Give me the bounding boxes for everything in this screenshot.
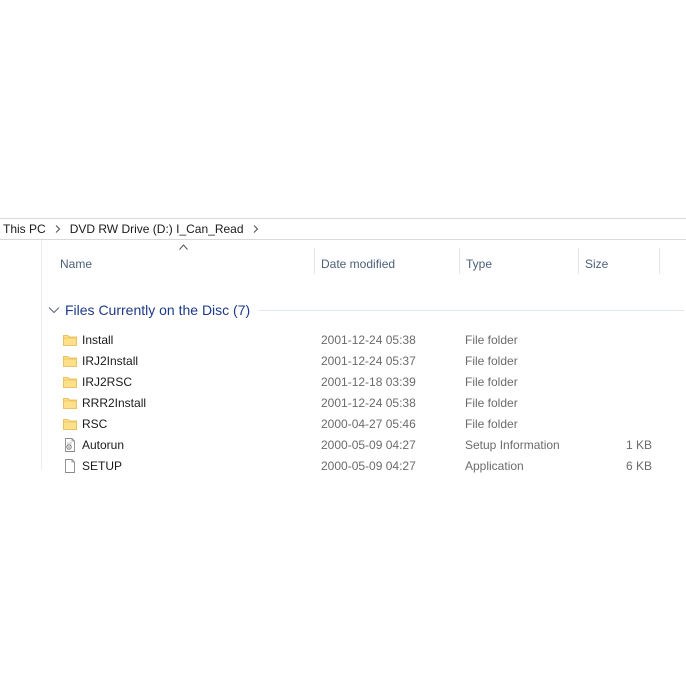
file-type: File folder: [465, 416, 518, 431]
file-date-modified: 2000-05-09 04:27: [321, 437, 416, 452]
file-row[interactable]: RSC 2000-04-27 05:46 File folder: [42, 413, 686, 434]
file-row[interactable]: IRJ2Install 2001-12-24 05:37 File folder: [42, 350, 686, 371]
file-name: RSC: [82, 416, 108, 431]
file-row[interactable]: Install 2001-12-24 05:38 File folder: [42, 329, 686, 350]
setup-info-icon: [62, 437, 78, 453]
file-date-modified: 2001-12-24 05:38: [321, 395, 416, 410]
file-row[interactable]: SETUP 2000-05-09 04:27 Application 6 KB: [42, 455, 686, 476]
breadcrumb-dvd-drive[interactable]: DVD RW Drive (D:) I_Can_Read: [67, 222, 247, 236]
file-size: 1 KB: [625, 437, 652, 452]
group-divider: [258, 309, 684, 311]
folder-icon: [62, 374, 78, 390]
column-header-size[interactable]: Size: [579, 248, 659, 280]
folder-icon: [62, 416, 78, 432]
breadcrumb[interactable]: This PC DVD RW Drive (D:) I_Can_Read: [0, 218, 686, 240]
group-header[interactable]: Files Currently on the Disc (7): [48, 300, 684, 320]
file-type: File folder: [465, 353, 518, 368]
column-header-name[interactable]: Name: [54, 248, 314, 280]
file-type: File folder: [465, 332, 518, 347]
chevron-right-icon[interactable]: [49, 225, 67, 233]
file-date-modified: 2001-12-24 05:37: [321, 353, 416, 368]
file-list-view: Name Date modified Type Size Files Curre…: [41, 240, 686, 473]
breadcrumb-this-pc[interactable]: This PC: [0, 222, 49, 236]
file-name-cell: RRR2Install: [62, 392, 146, 413]
file-row[interactable]: RRR2Install 2001-12-24 05:38 File folder: [42, 392, 686, 413]
file-rows: Install 2001-12-24 05:38 File folder IRJ2In…: [42, 329, 686, 476]
file-size: [582, 413, 652, 434]
file-name-cell: IRJ2Install: [62, 350, 138, 371]
folder-icon: [62, 353, 78, 369]
file-row[interactable]: IRJ2RSC 2001-12-18 03:39 File folder: [42, 371, 686, 392]
file-name: Autorun: [82, 437, 125, 452]
file-size: 6 KB: [625, 458, 652, 473]
file-type: Setup Information: [465, 437, 560, 452]
column-headers: Name Date modified Type Size: [42, 240, 686, 280]
file-name: IRJ2RSC: [82, 374, 133, 389]
file-size: [582, 392, 652, 413]
file-explorer-window: This PC DVD RW Drive (D:) I_Can_Read Nam…: [0, 218, 686, 473]
file-date-modified: 2001-12-24 05:38: [321, 332, 416, 347]
column-header-type[interactable]: Type: [460, 248, 578, 280]
file-name: RRR2Install: [82, 395, 147, 410]
file-size: [582, 329, 652, 350]
folder-icon: [62, 332, 78, 348]
file-row[interactable]: Autorun 2000-05-09 04:27 Setup Information…: [42, 434, 686, 455]
file-name-cell: Autorun: [62, 434, 124, 455]
file-date-modified: 2000-05-09 04:27: [321, 458, 416, 473]
column-divider[interactable]: [659, 248, 660, 274]
file-name-cell: RSC: [62, 413, 107, 434]
file-name-cell: Install: [62, 329, 113, 350]
file-type: File folder: [465, 374, 518, 389]
file-size: [582, 350, 652, 371]
group-title: Files Currently on the Disc (7): [65, 302, 251, 318]
chevron-right-icon[interactable]: [247, 225, 265, 233]
file-type: File folder: [465, 395, 518, 410]
file-name-cell: IRJ2RSC: [62, 371, 132, 392]
file-name-cell: SETUP: [62, 455, 122, 476]
column-header-date-modified[interactable]: Date modified: [315, 248, 459, 280]
chevron-down-icon[interactable]: [48, 306, 60, 314]
file-type: Application: [465, 458, 524, 473]
file-date-modified: 2001-12-18 03:39: [321, 374, 416, 389]
application-icon: [62, 458, 78, 474]
folder-icon: [62, 395, 78, 411]
file-name: IRJ2Install: [82, 353, 139, 368]
file-size: [582, 371, 652, 392]
file-name: SETUP: [82, 458, 123, 473]
file-date-modified: 2000-04-27 05:46: [321, 416, 416, 431]
file-name: Install: [82, 332, 114, 347]
